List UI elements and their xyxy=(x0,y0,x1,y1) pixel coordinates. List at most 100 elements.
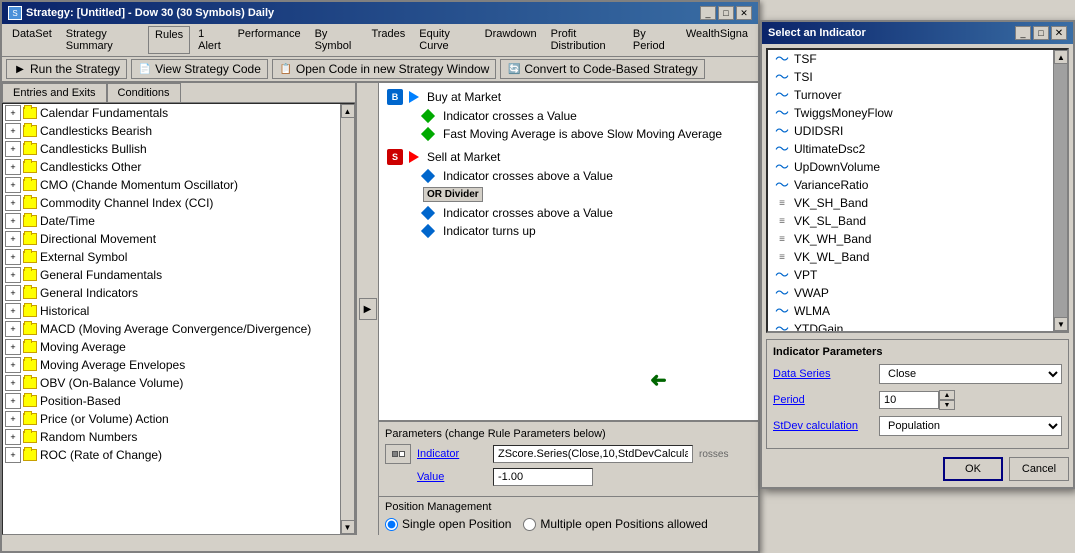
close-button[interactable]: ✕ xyxy=(736,6,752,20)
convert-button[interactable]: 🔄 Convert to Code-Based Strategy xyxy=(500,59,704,79)
menu-by-symbol[interactable]: By Symbol xyxy=(309,26,364,54)
stdev-select[interactable]: Population Sample xyxy=(879,416,1062,436)
condition-indicator-crosses-above[interactable]: Indicator crosses above a Value xyxy=(383,204,754,222)
expand-icon[interactable]: + xyxy=(5,375,21,391)
ind-item-vk-sh[interactable]: ≡ VK_SH_Band xyxy=(768,194,1067,212)
expand-icon[interactable]: + xyxy=(5,159,21,175)
or-divider[interactable]: OR Divider xyxy=(383,185,754,204)
tree-item-cci[interactable]: + Commodity Channel Index (CCI) xyxy=(3,194,354,212)
condition-fast-ma[interactable]: Fast Moving Average is above Slow Moving… xyxy=(383,125,754,143)
menu-dataset[interactable]: DataSet xyxy=(6,26,58,54)
tree-item-macd[interactable]: + MACD (Moving Average Convergence/Diver… xyxy=(3,320,354,338)
maximize-button[interactable]: □ xyxy=(718,6,734,20)
expand-icon[interactable]: + xyxy=(5,141,21,157)
menu-by-period[interactable]: By Period xyxy=(627,26,678,54)
tree-item-gen-fundamentals[interactable]: + General Fundamentals xyxy=(3,266,354,284)
expand-icon[interactable]: + xyxy=(5,267,21,283)
expand-icon[interactable]: + xyxy=(5,447,21,463)
menu-wealthsigna[interactable]: WealthSigna xyxy=(680,26,754,54)
expand-icon[interactable]: + xyxy=(5,105,21,121)
data-series-label[interactable]: Data Series xyxy=(773,368,873,380)
tree-item-cmo[interactable]: + CMO (Chande Momentum Oscillator) xyxy=(3,176,354,194)
condition-indicator-turns-up[interactable]: Indicator turns up xyxy=(383,222,754,240)
scroll-up-btn[interactable]: ▲ xyxy=(341,104,355,118)
ind-item-udidsri[interactable]: 〜 UDIDSRI xyxy=(768,122,1067,140)
tab-conditions[interactable]: Conditions xyxy=(107,83,181,102)
tree-item-obv[interactable]: + OBV (On-Balance Volume) xyxy=(3,374,354,392)
tree-item-datetime[interactable]: + Date/Time xyxy=(3,212,354,230)
menu-strategy-summary[interactable]: Strategy Summary xyxy=(60,26,146,54)
expand-icon[interactable]: + xyxy=(5,123,21,139)
indicator-label[interactable]: Indicator xyxy=(417,448,487,460)
expand-icon[interactable]: + xyxy=(5,213,21,229)
expand-icon[interactable]: + xyxy=(5,339,21,355)
period-label[interactable]: Period xyxy=(773,394,873,406)
condition-indicator-above-value[interactable]: Indicator crosses above a Value xyxy=(383,167,754,185)
ind-item-tsi[interactable]: 〜 TSI xyxy=(768,68,1067,86)
menu-profit-distribution[interactable]: Profit Distribution xyxy=(545,26,625,54)
expand-icon[interactable]: + xyxy=(5,321,21,337)
expand-icon[interactable]: + xyxy=(5,231,21,247)
tree-item-candlesticks-bearish[interactable]: + Candlesticks Bearish xyxy=(3,122,354,140)
scroll-down-btn[interactable]: ▼ xyxy=(341,520,355,534)
menu-rules[interactable]: Rules xyxy=(148,26,190,54)
expand-icon[interactable]: + xyxy=(5,249,21,265)
ind-item-updownvolume[interactable]: 〜 UpDownVolume xyxy=(768,158,1067,176)
tree-item-price-action[interactable]: + Price (or Volume) Action xyxy=(3,410,354,428)
dialog-minimize-btn[interactable]: _ xyxy=(1015,26,1031,40)
tree-item-random[interactable]: + Random Numbers xyxy=(3,428,354,446)
indicator-tree[interactable]: + Calendar Fundamentals + Candlesticks B… xyxy=(2,103,355,535)
add-to-rule-button[interactable]: ▶ xyxy=(359,298,377,320)
tab-entries-exits[interactable]: Entries and Exits xyxy=(2,83,107,102)
dialog-close-btn[interactable]: ✕ xyxy=(1051,26,1067,40)
ind-item-vk-sl[interactable]: ≡ VK_SL_Band xyxy=(768,212,1067,230)
tree-item-candlesticks-bullish[interactable]: + Candlesticks Bullish xyxy=(3,140,354,158)
tree-item-historical[interactable]: + Historical xyxy=(3,302,354,320)
expand-icon[interactable]: + xyxy=(5,303,21,319)
ind-scroll-up[interactable]: ▲ xyxy=(1054,50,1068,64)
ind-item-vk-wl[interactable]: ≡ VK_WL_Band xyxy=(768,248,1067,266)
expand-icon[interactable]: + xyxy=(5,429,21,445)
ind-item-twiggs[interactable]: 〜 TwiggsMoneyFlow xyxy=(768,104,1067,122)
period-up-btn[interactable]: ▲ xyxy=(939,390,955,400)
stdev-label[interactable]: StDev calculation xyxy=(773,420,873,432)
run-strategy-button[interactable]: ▶ Run the Strategy xyxy=(6,59,127,79)
buy-at-market[interactable]: B Buy at Market xyxy=(383,87,754,107)
expand-icon[interactable]: + xyxy=(5,411,21,427)
ind-item-tsf[interactable]: 〜 TSF xyxy=(768,50,1067,68)
ind-item-ultimatedsc2[interactable]: 〜 UltimateDsc2 xyxy=(768,140,1067,158)
tree-item-moving-avg[interactable]: + Moving Average xyxy=(3,338,354,356)
ind-item-vwap[interactable]: 〜 VWAP xyxy=(768,284,1067,302)
tree-scrollbar[interactable]: ▲ ▼ xyxy=(340,104,354,534)
tree-item-candlesticks-other[interactable]: + Candlesticks Other xyxy=(3,158,354,176)
view-code-button[interactable]: 📄 View Strategy Code xyxy=(131,59,268,79)
sell-at-market[interactable]: S Sell at Market xyxy=(383,147,754,167)
single-position-radio[interactable] xyxy=(385,518,398,531)
cancel-button[interactable]: Cancel xyxy=(1009,457,1069,481)
menu-performance[interactable]: Performance xyxy=(232,26,307,54)
menu-alert[interactable]: 1 Alert xyxy=(192,26,229,54)
data-series-select[interactable]: Close Open High Low xyxy=(879,364,1062,384)
ind-item-vk-wh[interactable]: ≡ VK_WH_Band xyxy=(768,230,1067,248)
menu-equity-curve[interactable]: Equity Curve xyxy=(413,26,476,54)
menu-trades[interactable]: Trades xyxy=(365,26,411,54)
tree-item-position[interactable]: + Position-Based xyxy=(3,392,354,410)
ind-item-wlma[interactable]: 〜 WLMA xyxy=(768,302,1067,320)
tree-item-roc[interactable]: + ROC (Rate of Change) xyxy=(3,446,354,464)
ind-item-varianceratio[interactable]: 〜 VarianceRatio xyxy=(768,176,1067,194)
tree-item-gen-indicators[interactable]: + General Indicators xyxy=(3,284,354,302)
tree-item-moving-avg-env[interactable]: + Moving Average Envelopes xyxy=(3,356,354,374)
ind-scroll-down[interactable]: ▼ xyxy=(1054,317,1068,331)
dialog-maximize-btn[interactable]: □ xyxy=(1033,26,1049,40)
expand-icon[interactable]: + xyxy=(5,285,21,301)
indicator-input[interactable] xyxy=(493,445,693,463)
period-input[interactable] xyxy=(879,391,939,409)
indicator-browse-btn[interactable] xyxy=(385,444,411,464)
multiple-position-radio[interactable] xyxy=(523,518,536,531)
ind-list-scrollbar[interactable]: ▲ ▼ xyxy=(1053,50,1067,331)
open-code-button[interactable]: 📋 Open Code in new Strategy Window xyxy=(272,59,496,79)
expand-icon[interactable]: + xyxy=(5,177,21,193)
ind-item-ytdgain[interactable]: 〜 YTDGain xyxy=(768,320,1067,333)
period-down-btn[interactable]: ▼ xyxy=(939,400,955,410)
minimize-button[interactable]: _ xyxy=(700,6,716,20)
